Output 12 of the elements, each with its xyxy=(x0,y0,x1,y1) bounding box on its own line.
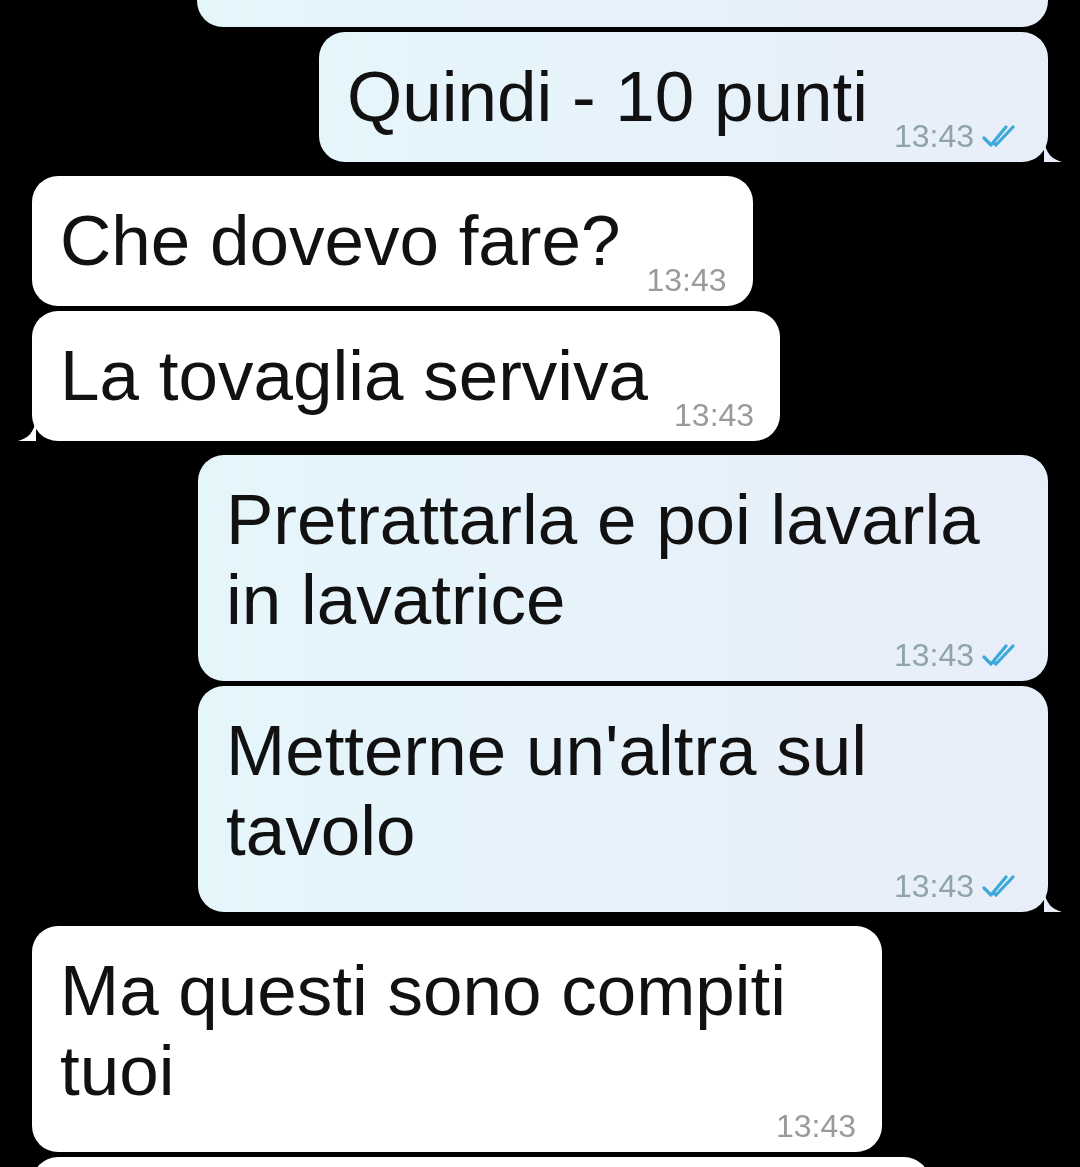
message-time: 13:43 xyxy=(775,1111,856,1141)
message-text: Che dovevo fare? xyxy=(60,201,621,281)
message-text: Metterne un'altra sul tavolo xyxy=(226,711,869,871)
message-text: Pretrattarla e poi lavarla in lavatrice xyxy=(226,480,981,640)
message-time: 13:43 xyxy=(674,400,755,430)
message-time: 13:43 xyxy=(893,121,974,151)
message-time: 13:43 xyxy=(893,871,974,901)
message-time: 13:43 xyxy=(646,265,727,295)
message-text: Quindi - 10 punti xyxy=(346,57,868,137)
message-time: 13:43 xyxy=(893,640,974,670)
message-text: La tovaglia serviva xyxy=(60,336,649,416)
message-text: Ma questi sono compiti tuoi xyxy=(60,951,788,1111)
